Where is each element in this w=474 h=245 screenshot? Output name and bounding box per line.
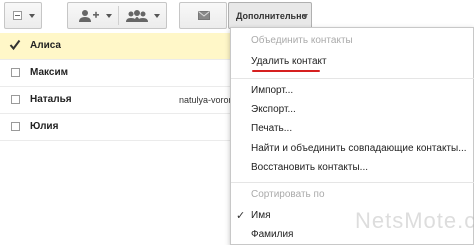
select-all-dropdown[interactable] xyxy=(4,2,42,29)
contact-name[interactable]: Наталья xyxy=(30,94,72,105)
row-checkbox[interactable] xyxy=(11,95,20,104)
envelope-icon xyxy=(198,11,210,20)
sort-header: Сортировать по xyxy=(251,189,325,200)
chevron-down-icon xyxy=(29,14,35,18)
watermark: NetsMote.com xyxy=(355,208,474,233)
menu-divider xyxy=(231,182,474,183)
more-actions-dropdown[interactable]: Дополнительно xyxy=(228,2,312,29)
select-all-checkbox[interactable] xyxy=(13,11,22,20)
menu-item-export[interactable]: Экспорт... xyxy=(251,104,296,115)
contact-name[interactable]: Юлия xyxy=(30,121,58,132)
person-add-icon[interactable] xyxy=(78,9,104,23)
chevron-down-icon xyxy=(106,14,112,18)
email-button[interactable] xyxy=(179,2,227,29)
chevron-down-icon xyxy=(154,14,160,18)
menu-item-merge: Объединить контакты xyxy=(251,35,353,46)
contact-name[interactable]: Алиса xyxy=(30,40,61,51)
contact-actions-group xyxy=(67,2,167,29)
row-checkbox[interactable] xyxy=(11,122,20,131)
menu-divider xyxy=(231,78,474,79)
menu-item-sort-surname[interactable]: Фамилия xyxy=(251,229,293,240)
group-add-icon[interactable] xyxy=(126,9,152,23)
contact-email: natulya-voron xyxy=(179,95,234,105)
menu-item-find-merge[interactable]: Найти и объединить совпадающие контакты.… xyxy=(251,143,467,154)
menu-item-delete-contact[interactable]: Удалить контакт xyxy=(251,56,327,67)
menu-item-restore[interactable]: Восстановить контакты... xyxy=(251,162,368,173)
check-icon: ✓ xyxy=(236,210,246,222)
chevron-down-icon xyxy=(302,14,308,18)
more-actions-label: Дополнительно xyxy=(236,11,308,21)
row-checkbox[interactable] xyxy=(11,68,20,77)
menu-item-print[interactable]: Печать... xyxy=(251,123,292,134)
menu-item-sort-name[interactable]: Имя xyxy=(251,210,270,221)
contact-name[interactable]: Максим xyxy=(30,67,68,78)
menu-item-import[interactable]: Импорт... xyxy=(251,85,293,96)
highlight-underline xyxy=(252,70,320,72)
checked-checkbox[interactable] xyxy=(9,39,21,51)
